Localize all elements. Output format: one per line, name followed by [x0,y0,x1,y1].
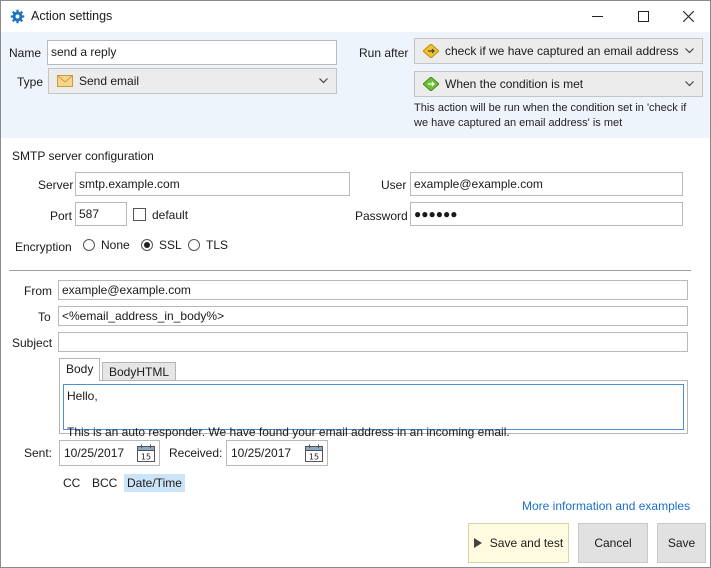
minimize-button[interactable] [574,1,620,31]
save-and-test-label: Save and test [489,536,564,550]
field-tab-cc[interactable]: CC [60,474,83,492]
password-label: Password [355,209,408,223]
from-input[interactable]: example@example.com [58,280,688,300]
save-label: Save [667,536,696,550]
user-label: User [381,178,407,192]
encryption-label: Encryption [15,240,72,254]
sent-label: Sent: [24,446,53,460]
calendar-day: 15 [141,453,151,462]
tab-bodyhtml-label: BodyHTML [109,365,170,379]
server-input[interactable]: smtp.example.com [75,172,350,196]
from-label: From [24,284,52,298]
run-after-value: check if we have captured an email addre… [445,44,679,58]
encryption-tls-label: TLS [206,238,229,252]
field-tab-datetime[interactable]: Date/Time [124,474,185,492]
encryption-ssl-label: SSL [159,238,182,252]
to-input[interactable]: <%email_address_in_body%> [58,306,688,326]
body-line-3: This is an auto responder. We have found… [67,425,510,439]
maximize-button[interactable] [620,1,666,31]
branch-icon [423,44,439,58]
default-port-checkbox[interactable] [133,208,146,221]
play-icon [473,538,482,548]
envelope-icon [57,75,73,87]
type-select-value: Send email [79,74,140,88]
smtp-section-title: SMTP server configuration [12,149,154,163]
save-button[interactable]: Save [657,523,706,563]
port-label: Port [50,209,73,223]
sent-date-picker[interactable]: 10/25/2017 15 [59,440,160,466]
condition-value: When the condition is met [445,77,584,91]
minimize-icon [591,15,603,17]
tab-body-label: Body [66,362,94,376]
field-tab-bcc[interactable]: BCC [89,474,120,492]
encryption-none-radio[interactable] [83,239,95,251]
cancel-button[interactable]: Cancel [578,523,648,563]
calendar-day: 15 [309,453,319,462]
run-condition-note-line2: we have captured an email address' is me… [414,117,623,129]
run-after-select[interactable]: check if we have captured an email addre… [414,38,703,64]
encryption-ssl-radio[interactable] [141,239,153,251]
window-title: Action settings [31,9,113,23]
user-input[interactable]: example@example.com [410,172,683,196]
received-date-value: 10/25/2017 [231,446,292,460]
action-settings-window: Action settings Name send a reply Type S… [0,0,711,568]
subject-input[interactable] [58,332,688,352]
cancel-label: Cancel [594,536,632,550]
received-label: Received: [169,446,223,460]
chevron-down-icon [685,48,694,54]
encryption-none-label: None [101,238,130,252]
condition-met-icon [423,77,439,91]
calendar-icon[interactable]: 15 [305,444,323,462]
name-input[interactable]: send a reply [47,40,337,65]
tab-body[interactable]: Body [59,358,101,381]
close-icon [682,10,694,22]
subject-label: Subject [12,336,53,350]
type-label: Type [17,75,44,89]
server-label: Server [38,178,74,192]
encryption-tls-radio[interactable] [188,239,200,251]
section-divider [9,270,691,271]
body-line-2 [67,405,680,423]
body-textarea[interactable]: Hello, This is an auto responder. We hav… [63,384,684,439]
chevron-down-icon [319,78,328,84]
run-after-label: Run after [359,46,409,60]
body-line-1: Hello, [67,389,98,403]
to-label: To [38,310,51,324]
condition-select[interactable]: When the condition is met [414,71,703,97]
password-input[interactable]: ●●●●●● [410,202,683,226]
title-bar: Action settings [1,1,710,32]
more-info-link[interactable]: More information and examples [522,499,690,513]
sent-date-value: 10/25/2017 [64,446,125,460]
run-condition-note: This action will be run when the conditi… [414,101,704,131]
name-label: Name [9,46,42,60]
gear-icon [10,9,25,24]
tab-bodyhtml[interactable]: BodyHTML [102,362,177,382]
port-input[interactable]: 587 [75,202,127,226]
received-date-picker[interactable]: 10/25/2017 15 [226,440,328,466]
run-condition-note-line1: This action will be run when the conditi… [414,102,687,114]
calendar-icon[interactable]: 15 [137,444,155,462]
type-select[interactable]: Send email [48,68,337,94]
maximize-icon [637,10,649,22]
default-port-label: default [152,208,189,222]
body-panel: Hello, This is an auto responder. We hav… [59,380,688,439]
close-button[interactable] [665,1,711,31]
chevron-down-icon [685,81,694,87]
save-and-test-button[interactable]: Save and test [468,523,569,563]
